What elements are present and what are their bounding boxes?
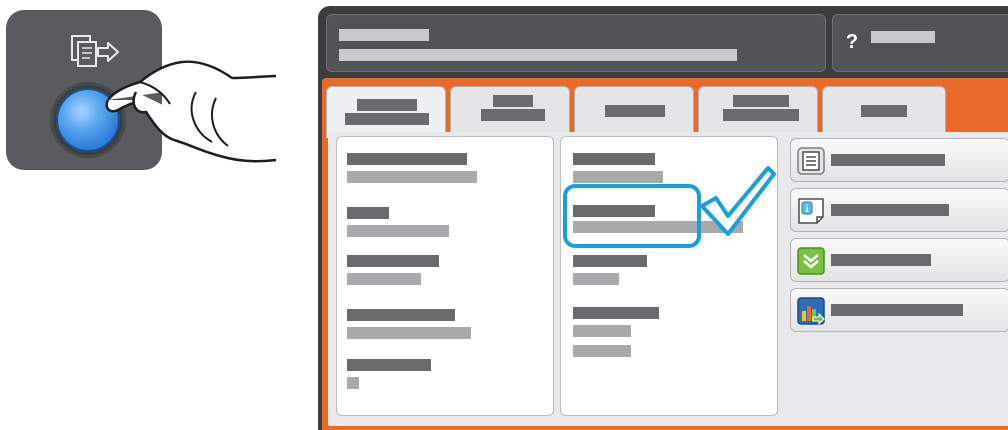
billing-usage-icon <box>797 297 825 325</box>
checkmark-icon <box>700 166 776 236</box>
tab-content: i <box>328 132 1008 426</box>
selected-setting-highlight <box>563 184 701 248</box>
tab-3[interactable] <box>574 86 694 134</box>
tab-5[interactable] <box>822 86 946 134</box>
svg-text:i: i <box>806 204 809 215</box>
setting-item[interactable] <box>337 301 553 345</box>
setting-item[interactable] <box>561 247 777 291</box>
device-touch-screen: ? i <box>318 6 1008 430</box>
tab-4[interactable] <box>698 86 818 134</box>
message-area <box>326 14 826 72</box>
supplies-icon <box>797 247 825 275</box>
subtitle-text <box>339 49 737 61</box>
information-button[interactable]: i <box>790 188 1008 232</box>
help-icon: ? <box>845 31 859 53</box>
help-label <box>871 31 935 43</box>
settings-panel-left <box>336 136 554 416</box>
job-list-icon <box>797 147 825 175</box>
help-button[interactable]: ? <box>832 14 1008 72</box>
setting-item[interactable] <box>337 145 553 189</box>
tab-2[interactable] <box>450 86 570 134</box>
title-text <box>339 29 429 41</box>
pressing-hand <box>105 60 277 163</box>
setting-item[interactable] <box>337 351 553 395</box>
setting-item[interactable] <box>337 199 553 243</box>
setting-item[interactable] <box>561 299 777 363</box>
supplies-button[interactable] <box>790 238 1008 282</box>
information-icon: i <box>798 198 824 224</box>
tab-1[interactable] <box>326 86 446 138</box>
job-list-button[interactable] <box>790 138 1008 182</box>
work-area: i <box>322 78 1008 430</box>
billing-usage-button[interactable] <box>790 288 1008 332</box>
setting-item[interactable] <box>337 247 553 291</box>
